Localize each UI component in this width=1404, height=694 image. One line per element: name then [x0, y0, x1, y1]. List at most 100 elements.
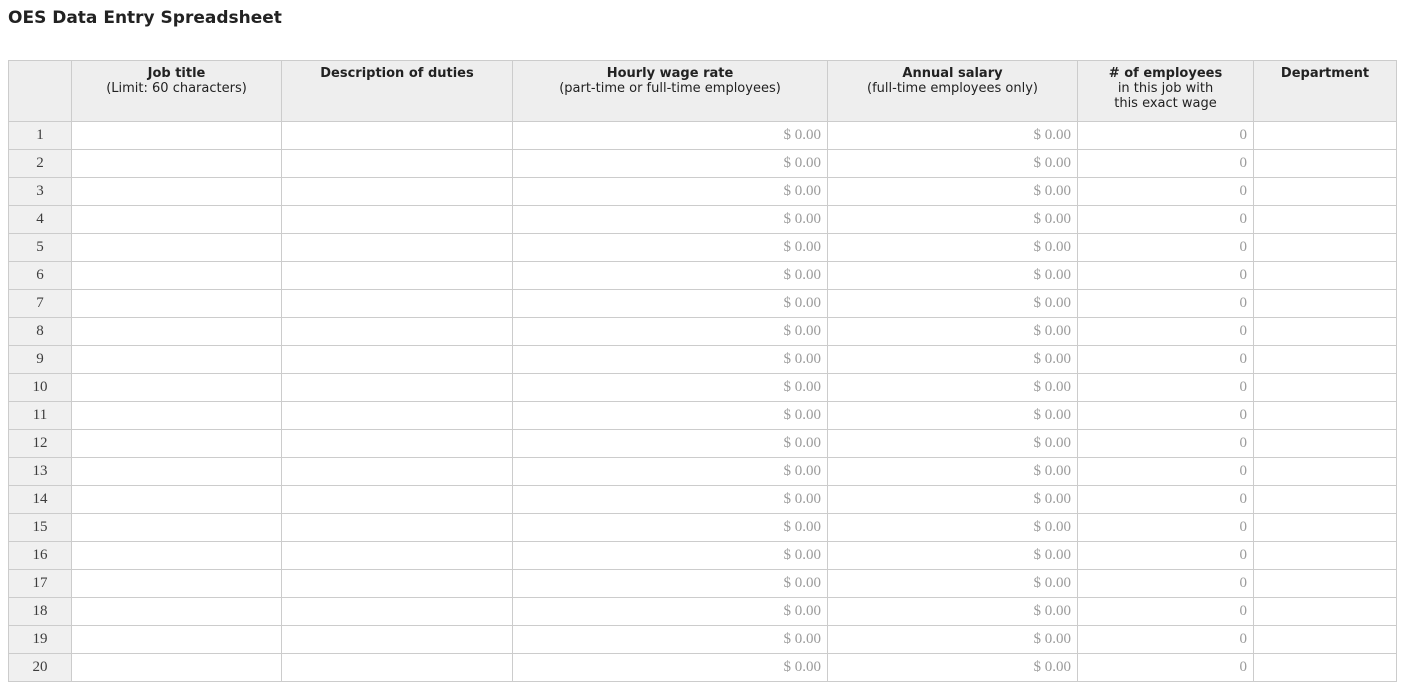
annual-salary-cell[interactable]: $ 0.00 — [827, 205, 1078, 234]
description-cell[interactable] — [281, 261, 513, 290]
department-cell[interactable] — [1253, 429, 1397, 458]
annual-salary-cell[interactable]: $ 0.00 — [827, 401, 1078, 430]
hourly-wage-cell[interactable]: $ 0.00 — [512, 289, 828, 318]
job-title-cell[interactable] — [71, 373, 282, 402]
department-cell[interactable] — [1253, 373, 1397, 402]
department-cell[interactable] — [1253, 457, 1397, 486]
job-title-cell[interactable] — [71, 261, 282, 290]
employees-cell[interactable]: 0 — [1077, 597, 1254, 626]
annual-salary-cell[interactable]: $ 0.00 — [827, 317, 1078, 346]
job-title-cell[interactable] — [71, 317, 282, 346]
employees-cell[interactable]: 0 — [1077, 317, 1254, 346]
department-cell[interactable] — [1253, 317, 1397, 346]
job-title-cell[interactable] — [71, 569, 282, 598]
employees-cell[interactable]: 0 — [1077, 149, 1254, 178]
description-cell[interactable] — [281, 205, 513, 234]
description-cell[interactable] — [281, 429, 513, 458]
annual-salary-cell[interactable]: $ 0.00 — [827, 597, 1078, 626]
annual-salary-cell[interactable]: $ 0.00 — [827, 625, 1078, 654]
job-title-cell[interactable] — [71, 541, 282, 570]
description-cell[interactable] — [281, 513, 513, 542]
department-cell[interactable] — [1253, 485, 1397, 514]
description-cell[interactable] — [281, 653, 513, 682]
employees-cell[interactable]: 0 — [1077, 177, 1254, 206]
description-cell[interactable] — [281, 541, 513, 570]
annual-salary-cell[interactable]: $ 0.00 — [827, 513, 1078, 542]
department-cell[interactable] — [1253, 289, 1397, 318]
department-cell[interactable] — [1253, 233, 1397, 262]
annual-salary-cell[interactable]: $ 0.00 — [827, 289, 1078, 318]
hourly-wage-cell[interactable]: $ 0.00 — [512, 429, 828, 458]
job-title-cell[interactable] — [71, 345, 282, 374]
annual-salary-cell[interactable]: $ 0.00 — [827, 653, 1078, 682]
job-title-cell[interactable] — [71, 149, 282, 178]
hourly-wage-cell[interactable]: $ 0.00 — [512, 457, 828, 486]
department-cell[interactable] — [1253, 345, 1397, 374]
department-cell[interactable] — [1253, 569, 1397, 598]
job-title-cell[interactable] — [71, 401, 282, 430]
annual-salary-cell[interactable]: $ 0.00 — [827, 457, 1078, 486]
description-cell[interactable] — [281, 233, 513, 262]
annual-salary-cell[interactable]: $ 0.00 — [827, 541, 1078, 570]
hourly-wage-cell[interactable]: $ 0.00 — [512, 149, 828, 178]
department-cell[interactable] — [1253, 205, 1397, 234]
annual-salary-cell[interactable]: $ 0.00 — [827, 373, 1078, 402]
annual-salary-cell[interactable]: $ 0.00 — [827, 345, 1078, 374]
department-cell[interactable] — [1253, 149, 1397, 178]
employees-cell[interactable]: 0 — [1077, 653, 1254, 682]
job-title-cell[interactable] — [71, 513, 282, 542]
job-title-cell[interactable] — [71, 289, 282, 318]
job-title-cell[interactable] — [71, 177, 282, 206]
job-title-cell[interactable] — [71, 233, 282, 262]
annual-salary-cell[interactable]: $ 0.00 — [827, 569, 1078, 598]
job-title-cell[interactable] — [71, 205, 282, 234]
description-cell[interactable] — [281, 401, 513, 430]
hourly-wage-cell[interactable]: $ 0.00 — [512, 513, 828, 542]
description-cell[interactable] — [281, 289, 513, 318]
department-cell[interactable] — [1253, 597, 1397, 626]
department-cell[interactable] — [1253, 177, 1397, 206]
department-cell[interactable] — [1253, 541, 1397, 570]
hourly-wage-cell[interactable]: $ 0.00 — [512, 485, 828, 514]
department-cell[interactable] — [1253, 653, 1397, 682]
job-title-cell[interactable] — [71, 625, 282, 654]
employees-cell[interactable]: 0 — [1077, 121, 1254, 150]
hourly-wage-cell[interactable]: $ 0.00 — [512, 177, 828, 206]
department-cell[interactable] — [1253, 625, 1397, 654]
annual-salary-cell[interactable]: $ 0.00 — [827, 121, 1078, 150]
employees-cell[interactable]: 0 — [1077, 457, 1254, 486]
employees-cell[interactable]: 0 — [1077, 429, 1254, 458]
job-title-cell[interactable] — [71, 121, 282, 150]
hourly-wage-cell[interactable]: $ 0.00 — [512, 597, 828, 626]
employees-cell[interactable]: 0 — [1077, 513, 1254, 542]
annual-salary-cell[interactable]: $ 0.00 — [827, 177, 1078, 206]
hourly-wage-cell[interactable]: $ 0.00 — [512, 317, 828, 346]
employees-cell[interactable]: 0 — [1077, 485, 1254, 514]
description-cell[interactable] — [281, 569, 513, 598]
hourly-wage-cell[interactable]: $ 0.00 — [512, 233, 828, 262]
job-title-cell[interactable] — [71, 597, 282, 626]
hourly-wage-cell[interactable]: $ 0.00 — [512, 625, 828, 654]
department-cell[interactable] — [1253, 401, 1397, 430]
annual-salary-cell[interactable]: $ 0.00 — [827, 485, 1078, 514]
description-cell[interactable] — [281, 317, 513, 346]
hourly-wage-cell[interactable]: $ 0.00 — [512, 205, 828, 234]
hourly-wage-cell[interactable]: $ 0.00 — [512, 569, 828, 598]
job-title-cell[interactable] — [71, 485, 282, 514]
employees-cell[interactable]: 0 — [1077, 261, 1254, 290]
job-title-cell[interactable] — [71, 429, 282, 458]
annual-salary-cell[interactable]: $ 0.00 — [827, 149, 1078, 178]
description-cell[interactable] — [281, 625, 513, 654]
description-cell[interactable] — [281, 345, 513, 374]
hourly-wage-cell[interactable]: $ 0.00 — [512, 541, 828, 570]
employees-cell[interactable]: 0 — [1077, 373, 1254, 402]
department-cell[interactable] — [1253, 513, 1397, 542]
employees-cell[interactable]: 0 — [1077, 625, 1254, 654]
hourly-wage-cell[interactable]: $ 0.00 — [512, 373, 828, 402]
description-cell[interactable] — [281, 485, 513, 514]
employees-cell[interactable]: 0 — [1077, 233, 1254, 262]
employees-cell[interactable]: 0 — [1077, 569, 1254, 598]
department-cell[interactable] — [1253, 121, 1397, 150]
description-cell[interactable] — [281, 597, 513, 626]
employees-cell[interactable]: 0 — [1077, 345, 1254, 374]
